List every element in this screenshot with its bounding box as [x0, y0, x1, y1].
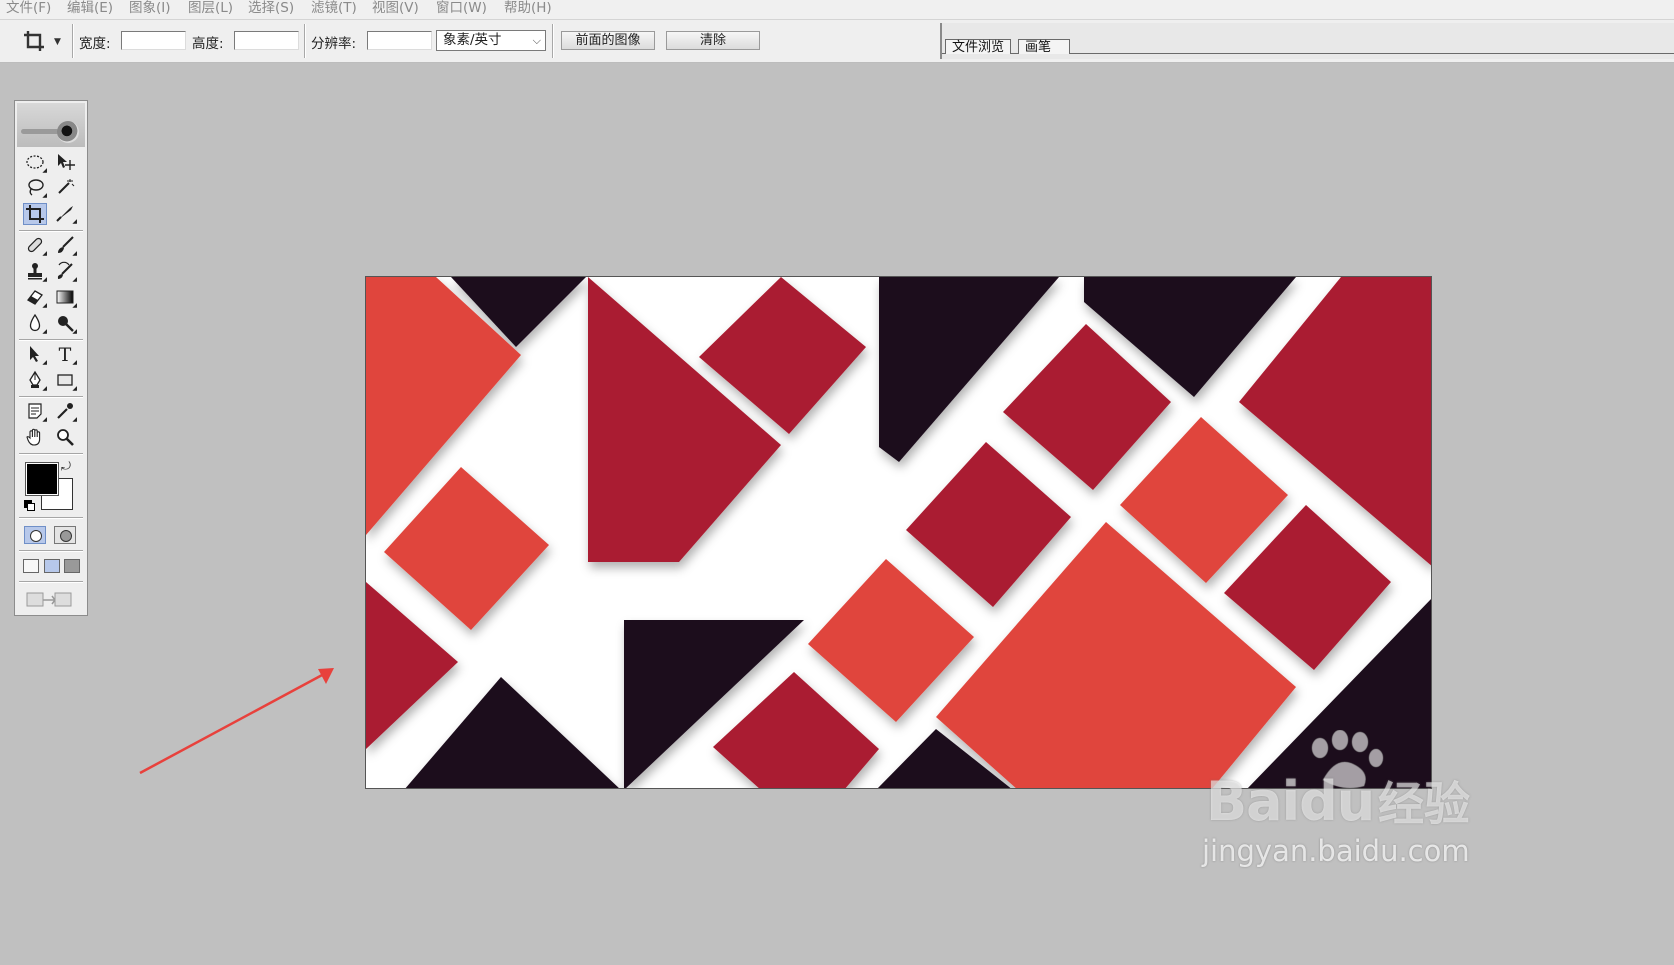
document-canvas[interactable] [365, 276, 1432, 789]
baidu-brand-head: Bai [1206, 770, 1300, 833]
menu-layer[interactable]: 图层(L) [188, 0, 233, 19]
screen-mode-standard-button[interactable] [23, 559, 39, 573]
width-field[interactable] [121, 31, 186, 50]
width-label: 宽度: [79, 36, 111, 52]
toolbox-divider [19, 339, 83, 341]
menu-file[interactable]: 文件(F) [6, 0, 51, 19]
slice-icon[interactable]: ◢ [53, 203, 77, 225]
notes-icon[interactable]: ◢ [23, 401, 47, 423]
magic-wand-icon[interactable] [53, 177, 77, 199]
document-artwork [366, 277, 1431, 788]
baidu-url-text: jingyan.baidu.com [1202, 834, 1470, 868]
foreground-color-swatch[interactable] [25, 462, 59, 496]
lasso-icon[interactable]: ◢ [23, 177, 47, 199]
chevron-down-icon: ▼ [54, 37, 61, 47]
options-bar: ▼ 宽度: 高度: 分辨率: 象素/英寸 ⌵ 前面的图像 清除 文件浏览 画笔 [0, 20, 1674, 63]
divider [72, 24, 74, 58]
resolution-label: 分辨率: [311, 36, 357, 52]
dodge-icon[interactable]: ◢ [53, 313, 77, 335]
menu-edit[interactable]: 编辑(E) [67, 0, 113, 19]
zoom-icon[interactable] [53, 427, 77, 449]
shape-icon[interactable]: ◢ [53, 370, 77, 392]
height-label: 高度: [192, 36, 224, 52]
screen-mode-full-menu-button[interactable] [44, 559, 60, 573]
toolbox-divider [19, 453, 83, 455]
toolbox-header[interactable] [17, 103, 85, 147]
path-selection-icon[interactable]: ◢ [23, 344, 47, 366]
type-icon[interactable]: T ◢ [53, 344, 77, 366]
toolbox: ◢ ◢ ◢ ◢ ◢ ◢ ◢ ◢ ◢ ◢ ◢ ◢ T ◢ ◢ ◢ ◢ ◢ ⤾ [14, 100, 88, 616]
baidu-brand-text: Baidu [1206, 770, 1375, 833]
tool-preset-picker[interactable]: ▼ [18, 26, 66, 54]
pen-icon[interactable]: ◢ [23, 370, 47, 392]
hand-icon[interactable] [23, 427, 47, 449]
standard-mode-icon [30, 530, 42, 542]
menu-bar: 文件(F) 编辑(E) 图象(I) 图层(L) 选择(S) 滤镜(T) 视图(V… [0, 0, 1674, 20]
menu-image[interactable]: 图象(I) [129, 0, 171, 19]
history-brush-icon[interactable]: ◢ [53, 261, 77, 283]
eyedropper-icon[interactable]: ◢ [53, 401, 77, 423]
tab-file-browser[interactable]: 文件浏览 [945, 39, 1012, 55]
standard-mode-button[interactable] [24, 526, 46, 544]
divider [304, 24, 306, 58]
menu-select[interactable]: 选择(S) [248, 0, 294, 19]
clear-button[interactable]: 清除 [666, 31, 760, 50]
quickmask-mode-button[interactable] [54, 526, 76, 544]
height-field[interactable] [234, 31, 299, 50]
toolbox-divider [19, 396, 83, 398]
healing-brush-icon[interactable]: ◢ [23, 235, 47, 257]
toolbox-divider [19, 581, 83, 583]
jump-to-imageready-button[interactable] [25, 589, 77, 616]
swap-colors-icon[interactable]: ⤾ [61, 459, 71, 474]
gradient-icon[interactable]: ◢ [53, 287, 77, 309]
tab-brushes[interactable]: 画笔 [1018, 39, 1071, 55]
divider [552, 24, 554, 58]
clone-stamp-icon[interactable]: ◢ [23, 261, 47, 283]
tab-brushes-label: 画笔 [1025, 40, 1052, 55]
front-image-button[interactable]: 前面的图像 [561, 31, 655, 50]
crop-tool[interactable] [23, 203, 47, 225]
marquee-icon[interactable]: ◢ [23, 152, 47, 174]
move-icon[interactable] [53, 152, 77, 174]
palette-well: 文件浏览 画笔 [940, 23, 1674, 59]
baidu-brand-tail: du [1299, 770, 1375, 833]
chevron-down-icon: ⌵ [532, 34, 541, 47]
quickmask-mode-icon [60, 530, 72, 542]
brush-icon[interactable]: ◢ [53, 235, 77, 257]
eraser-icon[interactable]: ◢ [23, 287, 47, 309]
menu-help[interactable]: 帮助(H) [504, 0, 552, 19]
eye-logo [57, 121, 79, 143]
toolbox-divider [19, 517, 83, 519]
baidu-jingyan-text: 经验 [1378, 777, 1470, 831]
feather-logo [21, 129, 59, 134]
resolution-unit-value: 象素/英寸 [443, 32, 502, 48]
menu-view[interactable]: 视图(V) [372, 0, 419, 19]
blur-icon[interactable]: ◢ [23, 313, 47, 335]
default-colors-icon[interactable] [24, 500, 35, 511]
menu-filter[interactable]: 滤镜(T) [311, 0, 357, 19]
toolbox-divider [19, 550, 83, 552]
baidu-watermark: Baidu 经验 jingyan.baidu.com [1198, 730, 1488, 870]
resolution-field[interactable] [367, 31, 432, 50]
menu-window[interactable]: 窗口(W) [436, 0, 487, 19]
resolution-unit-select[interactable]: 象素/英寸 ⌵ [436, 30, 546, 51]
toolbox-divider [19, 230, 83, 232]
screen-mode-full-button[interactable] [64, 559, 80, 573]
